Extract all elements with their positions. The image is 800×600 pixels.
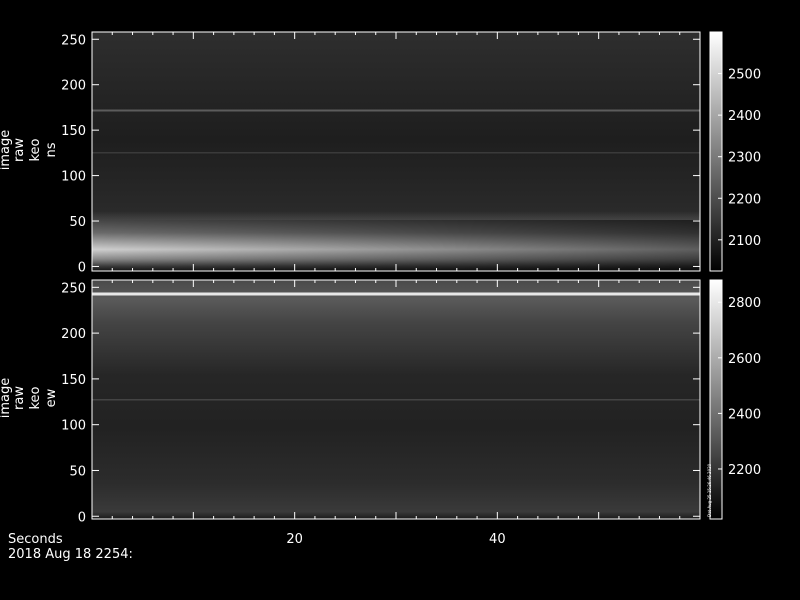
ylabel-ew-line-2: raw [12,386,27,410]
colorbar-tick-label: 2200 [728,192,761,207]
ylabel-ns-line-2: raw [12,138,27,162]
colorbar-tick-label: 2800 [728,296,761,311]
ylabel-ew-line-3: keo [28,386,43,409]
line-ew-125 [92,399,700,401]
y-tick-label: 200 [61,79,86,94]
panel-ns: 050100150200250 image raw keo ns 2100220… [0,31,761,275]
line-ns-170 [92,109,700,112]
y-tick-label: 250 [61,33,86,48]
heatmap-ns-fade [92,220,700,271]
panel-ew: 050100150200250 20 40 image raw keo ew 22… [0,279,761,547]
y-tick-label: 250 [61,281,86,296]
colorbar-ns-ticks: 2100 2200 2300 2400 2500 [718,68,761,249]
colorbar-ew-ticks: 2200 2400 2600 2800 [718,296,761,478]
ylabel-ns-line-4: ns [44,142,59,157]
colorbar-ns [709,31,723,272]
x-axis-title: Seconds [8,532,63,547]
y-tick-label: 0 [78,260,86,275]
colorbar-tick-label: 2500 [728,68,761,83]
keogram-figure: 050100150200250 image raw keo ns 2100220… [0,31,761,562]
colorbar-tick-label: 2400 [728,109,761,124]
colorbar-ew-note: Dat Aug 25 15:26:46 2020 [707,463,712,517]
x-tick-label: 20 [286,532,303,547]
y-tick-label: 200 [61,327,86,342]
colorbar-tick-label: 2400 [728,407,761,422]
y-tick-label: 150 [61,124,86,139]
colorbar-tick-label: 2600 [728,352,761,367]
colorbar-tick-label: 2100 [728,234,761,249]
date-label: 2018 Aug 18 2254: [8,547,133,562]
y-tick-label: 50 [69,215,86,230]
y-tick-label: 0 [78,510,86,525]
ylabel-ew-line-4: ew [44,388,59,407]
y-tick-label: 100 [61,170,86,185]
y-tick-label: 150 [61,373,86,388]
colorbar-tick-label: 2300 [728,151,761,166]
colorbar-tick-label: 2200 [728,463,761,478]
line-ew-240 [92,292,700,296]
line-ns-125 [92,152,700,154]
y-tick-label: 50 [69,464,86,479]
ylabel-ns-line-3: keo [28,138,43,161]
y-tick-label: 100 [61,419,86,434]
x-tick-label: 40 [489,532,506,547]
